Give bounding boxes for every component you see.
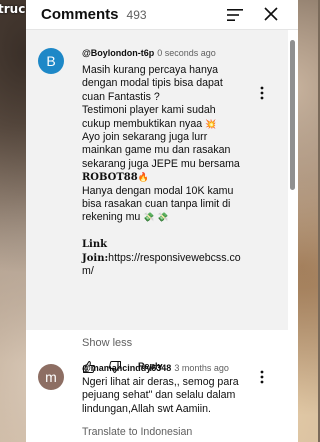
collision-emoji-icon: 💥 (205, 118, 217, 129)
comment-line-blank (82, 225, 258, 238)
comment-line: dengan modal tipis bisa dapat (82, 77, 223, 90)
comment-line: ROBOT88🔥 (82, 171, 258, 184)
avatar[interactable]: B (38, 48, 64, 74)
comment-text: Ngeri lihat air deras,, semog para pejua… (82, 376, 239, 415)
comment-line: m/ (82, 265, 94, 278)
scrollbar-thumb[interactable] (290, 40, 295, 190)
comment-text: Masih kurang percaya hanya dengan modal … (82, 64, 258, 279)
comment-thread-highlighted: B @Boylondon-t6p 0 seconds ago Masih kura… (26, 30, 288, 373)
comment-meta: @Boylondon-t6p 0 seconds ago (82, 48, 216, 58)
join-label: Join: (82, 252, 109, 264)
money-emoji-icon: 💸 💸 (143, 212, 169, 223)
comment-line: bisa rasakan cuan tanpa limit di (82, 198, 231, 211)
comment-time[interactable]: 3 months ago (174, 363, 229, 373)
comment-line: sekarang juga JEPE mu bersama (82, 157, 240, 170)
show-less-button[interactable]: Show less (82, 337, 132, 349)
join-link[interactable]: Join:https://responsivewebcss.co (82, 252, 258, 265)
comment-meta: @mamahcinddy6348 3 months ago (82, 363, 229, 373)
comment-line: Hanya dengan modal 10K kamu (82, 184, 234, 197)
video-overlay-text: truc (0, 2, 26, 16)
comments-header: Comments 493 (26, 0, 298, 30)
avatar[interactable]: m (38, 364, 64, 390)
comment-author[interactable]: @Boylondon-t6p (82, 48, 154, 58)
comment-line: cukup membuktikan nyaa 💥 (82, 118, 258, 131)
more-vert-icon[interactable] (258, 86, 266, 100)
comments-count: 493 (126, 7, 147, 22)
comment-line-text: cukup membuktikan nyaa (82, 117, 203, 130)
comments-panel: Comments 493 B @Boylondon-t6p 0 seconds a… (26, 0, 298, 442)
comment-time[interactable]: 0 seconds ago (157, 48, 216, 58)
scrollbar[interactable] (290, 30, 295, 442)
link-label: Link (82, 239, 108, 251)
comment-line: mainkan game mu dan rasakan (82, 144, 231, 157)
sort-icon[interactable] (226, 6, 244, 24)
close-icon[interactable] (262, 5, 280, 23)
brand-name: ROBOT88 (82, 172, 138, 184)
comment-line: Testimoni player kami sudah (82, 104, 216, 117)
comment-author[interactable]: @mamahcinddy6348 (82, 363, 171, 373)
fire-emoji-icon: 🔥 (137, 172, 149, 183)
comment-line: Masih kurang percaya hanya (82, 64, 219, 76)
comments-title: Comments (41, 6, 119, 23)
comment-line: Ayo join sekarang juga lurr (82, 131, 208, 144)
join-url[interactable]: https://responsivewebcss.co (108, 252, 240, 264)
comment-line: rekening mu 💸 💸 (82, 211, 258, 224)
comment-line: cuan Fantastis ? (82, 90, 160, 103)
comment-line-text: rekening mu (82, 211, 141, 224)
translate-button[interactable]: Translate to Indonesian (82, 426, 192, 438)
